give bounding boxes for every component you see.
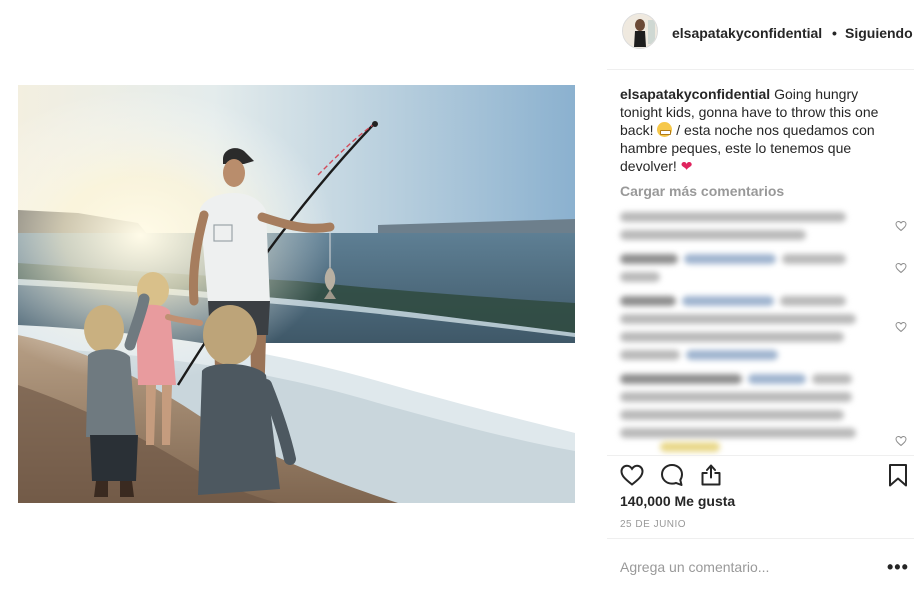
- like-heart-icon[interactable]: [619, 462, 645, 488]
- blurred-comments-area: [620, 206, 900, 452]
- caption-username[interactable]: elsapatakyconfidential: [620, 86, 770, 102]
- grimace-emoji-icon: [657, 122, 673, 137]
- comment-like-heart-icon[interactable]: [895, 321, 907, 333]
- avatar[interactable]: [622, 13, 658, 49]
- blurred-emoji-line: [660, 442, 720, 452]
- add-comment-input[interactable]: [620, 559, 860, 575]
- blurred-comment-line: [686, 350, 778, 360]
- likes-count[interactable]: 140,000 Me gusta: [620, 493, 735, 509]
- post-date[interactable]: 25 DE JUNIO: [620, 519, 686, 530]
- blurred-comment-line: [620, 350, 680, 360]
- blurred-comment-line: [620, 428, 856, 438]
- post-caption: elsapatakyconfidential Going hungry toni…: [620, 85, 902, 175]
- share-icon[interactable]: [698, 462, 724, 488]
- blurred-comment-line: [620, 392, 852, 402]
- post-header: elsapatakyconfidential • Siguiendo: [607, 0, 914, 70]
- blurred-comment-line: [620, 230, 806, 240]
- post-side-panel: elsapatakyconfidential • Siguiendo elsap…: [607, 0, 914, 591]
- comment-bubble-icon[interactable]: [659, 462, 685, 488]
- follow-status-button[interactable]: Siguiendo: [845, 25, 913, 41]
- load-more-comments-button[interactable]: Cargar más comentarios: [620, 183, 784, 199]
- bookmark-icon[interactable]: [885, 462, 911, 488]
- comment-like-heart-icon[interactable]: [895, 435, 907, 447]
- blurred-comment-line: [682, 296, 774, 306]
- blurred-comment-line: [620, 332, 844, 342]
- avatar-image: [623, 14, 657, 48]
- post-action-bar: [607, 455, 914, 495]
- blurred-comment-line: [684, 254, 776, 264]
- header-separator: •: [832, 25, 837, 41]
- blurred-comment-line: [620, 254, 678, 264]
- blurred-comment-line: [780, 296, 846, 306]
- post-photo[interactable]: [18, 85, 575, 503]
- blurred-comment-line: [620, 296, 676, 306]
- blurred-comment-line: [812, 374, 852, 384]
- comment-like-heart-icon[interactable]: [895, 262, 907, 274]
- blurred-comment-line: [620, 314, 856, 324]
- add-comment-bar: •••: [607, 538, 914, 591]
- beach-fishing-photo: [18, 85, 575, 503]
- blurred-comment-line: [620, 374, 742, 384]
- more-options-icon[interactable]: •••: [887, 557, 909, 578]
- blurred-comment-line: [782, 254, 846, 264]
- red-heart-emoji: ❤: [680, 158, 693, 174]
- blurred-comment-line: [620, 410, 844, 420]
- blurred-comment-line: [620, 272, 660, 282]
- comment-like-heart-icon[interactable]: [895, 220, 907, 232]
- header-username[interactable]: elsapatakyconfidential: [672, 25, 822, 41]
- blurred-comment-line: [748, 374, 806, 384]
- blurred-comment-line: [620, 212, 846, 222]
